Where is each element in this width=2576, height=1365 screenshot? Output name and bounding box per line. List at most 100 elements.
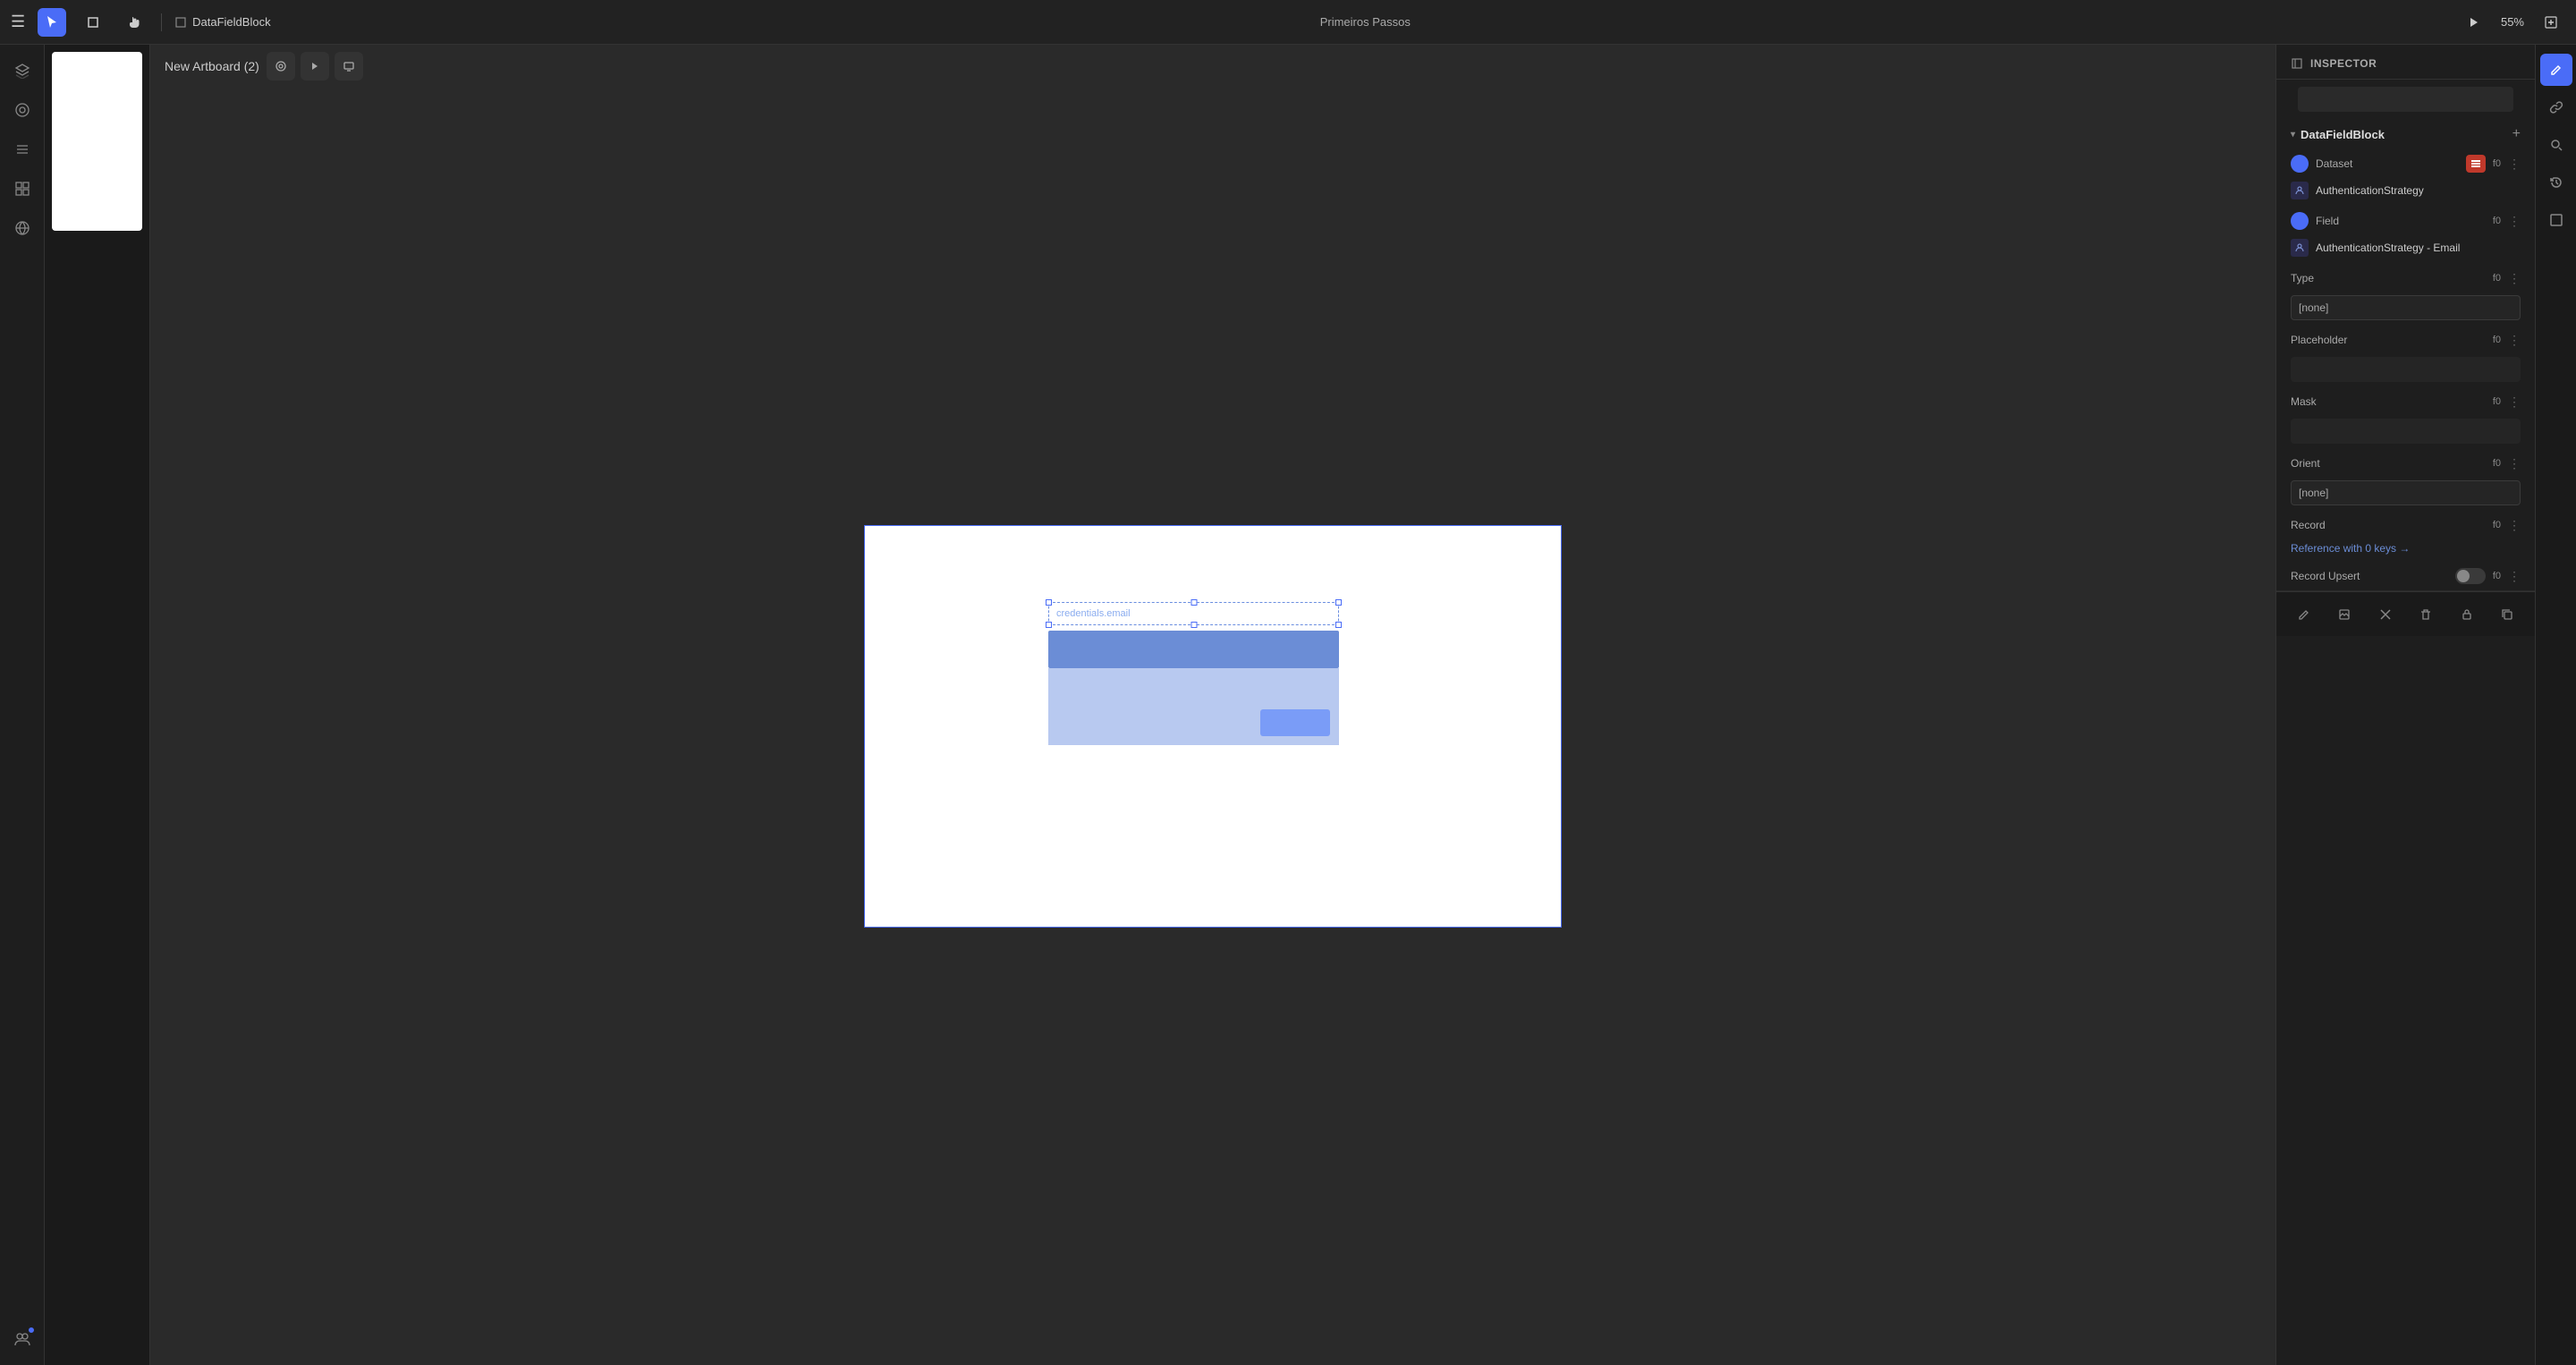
- widget-wrapper[interactable]: credentials.email: [1048, 602, 1339, 745]
- placeholder-f0-badge: f0: [2493, 335, 2501, 345]
- delete-button[interactable]: [2413, 600, 2440, 629]
- type-input[interactable]: [none]: [2291, 295, 2521, 320]
- orient-input[interactable]: [none]: [2291, 480, 2521, 505]
- record-upsert-toggle[interactable]: [2455, 568, 2486, 584]
- right-panel: INSPECTOR ▾ DataFieldBlock + Dataset: [2275, 45, 2535, 1365]
- record-reference-link[interactable]: Reference with 0 keys →: [2291, 542, 2410, 555]
- placeholder-row: Placeholder f0 ⋮: [2276, 326, 2535, 354]
- orient-label: Orient: [2291, 457, 2486, 470]
- canvas-toolbar: New Artboard (2): [150, 45, 2275, 88]
- responsive-button[interactable]: [2540, 204, 2572, 236]
- artboard-thumbnail[interactable]: [52, 52, 142, 231]
- orient-input-row: [none]: [2276, 478, 2535, 511]
- topbar-center: Primeiros Passos: [285, 15, 2445, 29]
- record-upsert-menu[interactable]: ⋮: [2508, 569, 2521, 584]
- dataset-menu[interactable]: ⋮: [2508, 157, 2521, 172]
- canvas-area: New Artboard (2): [150, 45, 2275, 1365]
- sidebar-icon-grid[interactable]: [5, 172, 39, 206]
- preview-button[interactable]: [267, 52, 295, 81]
- canvas-scroll[interactable]: credentials.email: [150, 88, 2275, 1365]
- type-menu[interactable]: ⋮: [2508, 271, 2521, 286]
- type-label: Type: [2291, 272, 2486, 284]
- handle-bl[interactable]: [1046, 622, 1052, 628]
- tool-separator: [161, 13, 162, 31]
- edit-button[interactable]: [2291, 600, 2318, 629]
- record-row: Record f0 ⋮: [2276, 511, 2535, 539]
- play-button[interactable]: [2460, 8, 2488, 37]
- search-button[interactable]: [2540, 129, 2572, 161]
- record-label: Record: [2291, 519, 2486, 531]
- record-menu[interactable]: ⋮: [2508, 518, 2521, 533]
- screen-button[interactable]: [335, 52, 363, 81]
- record-f0-badge: f0: [2493, 520, 2501, 530]
- dataset-circle-icon: [2291, 155, 2309, 173]
- orient-value: [none]: [2299, 487, 2328, 499]
- placeholder-input-row: [2276, 354, 2535, 387]
- dataset-label: Dataset: [2316, 157, 2459, 170]
- dataset-type-icon: [2466, 155, 2486, 173]
- artboard: credentials.email: [864, 525, 1562, 928]
- handle-tr[interactable]: [1335, 599, 1342, 606]
- selection-border: credentials.email: [1048, 602, 1339, 625]
- type-row: Type f0 ⋮: [2276, 264, 2535, 292]
- left-sidebar: [0, 45, 45, 1365]
- field-menu[interactable]: ⋮: [2508, 214, 2521, 229]
- inspector-header: INSPECTOR: [2276, 45, 2535, 80]
- tool-select[interactable]: [38, 8, 66, 37]
- auth-email-sub: AuthenticationStrategy - Email: [2276, 235, 2535, 264]
- field-f0-badge: f0: [2493, 216, 2501, 226]
- menu-icon[interactable]: ☰: [11, 13, 25, 31]
- filename-label: DataFieldBlock: [192, 15, 270, 29]
- close-button[interactable]: [2372, 600, 2399, 629]
- record-reference-row: Reference with 0 keys →: [2276, 539, 2535, 562]
- image-button[interactable]: [2332, 600, 2359, 629]
- link-button[interactable]: [2540, 91, 2572, 123]
- field-label: credentials.email: [1053, 606, 1335, 621]
- auth-email-icon: [2291, 239, 2309, 257]
- placeholder-menu[interactable]: ⋮: [2508, 333, 2521, 348]
- mask-menu[interactable]: ⋮: [2508, 394, 2521, 410]
- tool-crop[interactable]: [79, 8, 107, 37]
- edit-active-button[interactable]: [2540, 54, 2572, 86]
- sidebar-icon-components[interactable]: [5, 93, 39, 127]
- sidebar-icon-assets[interactable]: [5, 132, 39, 166]
- zoom-level[interactable]: 55%: [2501, 15, 2524, 29]
- toggle-knob: [2457, 570, 2470, 582]
- section-title: ▾ DataFieldBlock: [2291, 128, 2385, 141]
- sidebar-bottom: [5, 1322, 39, 1356]
- handle-bm[interactable]: [1191, 622, 1197, 628]
- topbar: ☰ DataFieldBlock Primeiros Passos 55%: [0, 0, 2576, 45]
- inspector-label: INSPECTOR: [2310, 57, 2377, 70]
- copy-button[interactable]: [2495, 600, 2521, 629]
- dataset-f0-badge: f0: [2493, 158, 2501, 169]
- handle-tl[interactable]: [1046, 599, 1052, 606]
- record-upsert-label: Record Upsert: [2291, 570, 2448, 582]
- orient-menu[interactable]: ⋮: [2508, 456, 2521, 471]
- record-upsert-f0-badge: f0: [2493, 571, 2501, 581]
- widget-content-area: [1048, 668, 1339, 745]
- inspector-icon: [2291, 57, 2303, 70]
- filename-tag: DataFieldBlock: [174, 15, 270, 29]
- play-canvas-button[interactable]: [301, 52, 329, 81]
- lock-button[interactable]: [2453, 600, 2480, 629]
- handle-br[interactable]: [1335, 622, 1342, 628]
- sidebar-icon-layers[interactable]: [5, 54, 39, 88]
- widget-action-button[interactable]: [1260, 709, 1330, 736]
- section-header: ▾ DataFieldBlock +: [2276, 117, 2535, 149]
- main-layout: New Artboard (2): [0, 45, 2576, 1365]
- mask-input[interactable]: [2291, 419, 2521, 444]
- collab-icon[interactable]: [5, 1322, 39, 1356]
- sidebar-icon-globe[interactable]: [5, 211, 39, 245]
- share-button[interactable]: [2537, 8, 2565, 37]
- collab-badge: [27, 1326, 36, 1335]
- tool-hand[interactable]: [120, 8, 148, 37]
- add-section-button[interactable]: +: [2512, 126, 2521, 142]
- type-value: [none]: [2299, 301, 2328, 314]
- history-button[interactable]: [2540, 166, 2572, 199]
- canvas-tools: [267, 52, 363, 81]
- type-f0-badge: f0: [2493, 273, 2501, 284]
- inspector-search[interactable]: [2298, 87, 2513, 112]
- chevron-icon: ▾: [2291, 130, 2295, 140]
- placeholder-input[interactable]: [2291, 357, 2521, 382]
- handle-tm[interactable]: [1191, 599, 1197, 606]
